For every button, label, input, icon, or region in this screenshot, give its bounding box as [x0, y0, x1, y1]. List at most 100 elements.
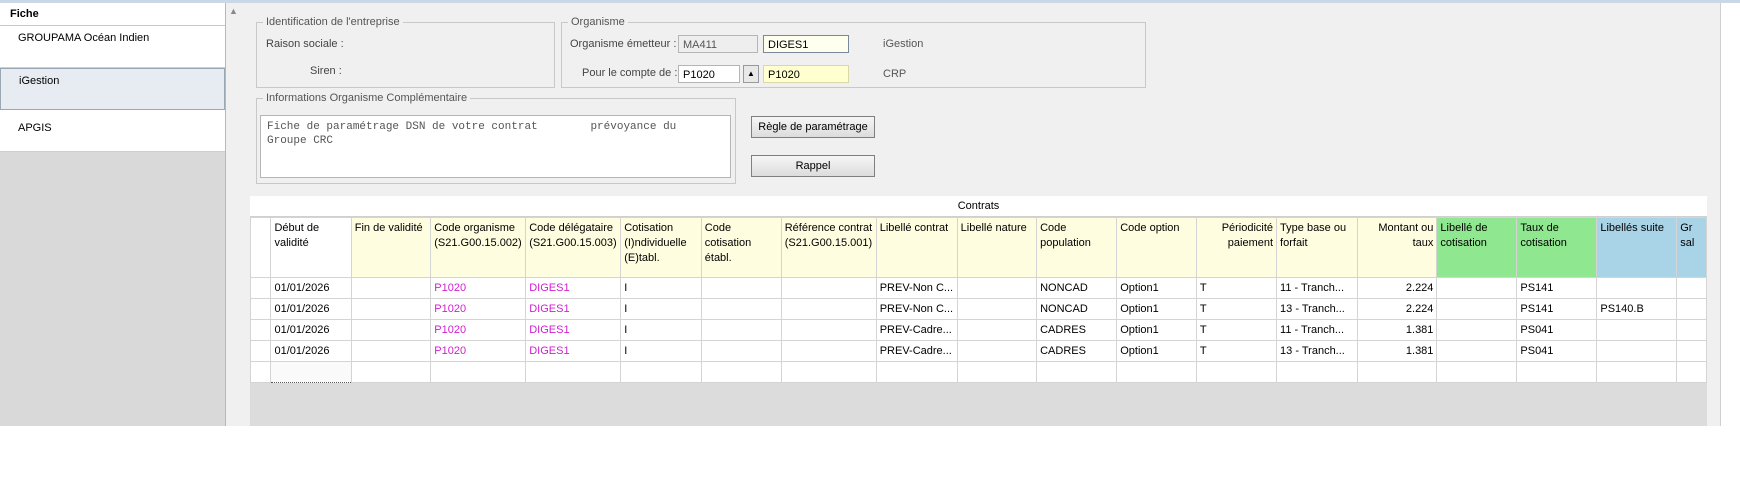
fiche-item-igestion[interactable]: iGestion — [0, 68, 225, 110]
table-cell[interactable] — [780, 361, 877, 383]
column-header[interactable]: Code population — [1036, 217, 1118, 278]
table-cell[interactable] — [1356, 361, 1438, 383]
column-header[interactable]: Cotisation (I)ndividuelle (E)tabl. — [620, 217, 702, 278]
column-header[interactable]: Gr sal — [1676, 217, 1707, 278]
table-cell[interactable] — [1676, 298, 1707, 320]
table-cell[interactable] — [350, 298, 432, 320]
table-cell[interactable]: P1020 — [430, 340, 527, 362]
emetteur-value-field[interactable]: DIGES1 — [763, 35, 849, 53]
table-cell[interactable]: 11 - Tranch... — [1276, 319, 1358, 341]
column-header[interactable]: Libellé contrat — [875, 217, 958, 278]
column-header[interactable]: Code délégataire (S21.G00.15.003) — [525, 217, 622, 278]
column-header[interactable]: Libellés suite — [1596, 217, 1678, 278]
table-cell[interactable] — [1116, 361, 1197, 383]
table-cell[interactable] — [1596, 361, 1678, 383]
table-cell[interactable]: I — [620, 319, 702, 341]
table-cell[interactable] — [250, 319, 272, 341]
table-cell[interactable] — [1436, 298, 1518, 320]
table-cell[interactable]: 1.381 — [1356, 319, 1438, 341]
table-cell[interactable] — [956, 361, 1038, 383]
table-cell[interactable] — [350, 340, 432, 362]
table-cell[interactable]: CADRES — [1036, 340, 1118, 362]
table-cell[interactable] — [1516, 361, 1598, 383]
table-cell[interactable]: T — [1195, 277, 1278, 299]
table-cell[interactable] — [1676, 361, 1707, 383]
table-cell[interactable]: P1020 — [430, 298, 527, 320]
table-cell[interactable] — [1596, 319, 1678, 341]
table-cell[interactable]: PREV-Cadre... — [875, 319, 958, 341]
column-header[interactable]: Début de validité — [270, 217, 352, 278]
table-cell[interactable]: T — [1195, 298, 1278, 320]
table-cell[interactable]: 01/01/2026 — [270, 298, 352, 320]
table-cell[interactable] — [350, 319, 432, 341]
table-cell[interactable]: 01/01/2026 — [270, 340, 352, 362]
table-row[interactable] — [250, 361, 1707, 383]
table-cell[interactable]: 2.224 — [1356, 277, 1438, 299]
table-cell[interactable] — [780, 340, 877, 362]
table-cell[interactable] — [700, 298, 782, 320]
table-cell[interactable]: DIGES1 — [525, 277, 622, 299]
table-cell[interactable]: PS141 — [1516, 298, 1598, 320]
table-cell[interactable] — [1676, 340, 1707, 362]
table-cell[interactable]: Option1 — [1116, 298, 1197, 320]
table-row[interactable]: 01/01/2026 P1020 DIGES1 I PREV-Non C... NONCA… — [250, 277, 1707, 299]
table-cell[interactable]: T — [1195, 340, 1278, 362]
column-header[interactable]: Type base ou forfait — [1276, 217, 1358, 278]
table-cell[interactable] — [1596, 277, 1678, 299]
table-row[interactable]: 01/01/2026 P1020 DIGES1 I PREV-Non C... NONCA… — [250, 298, 1707, 320]
table-cell[interactable] — [250, 277, 272, 299]
table-row[interactable]: 01/01/2026 P1020 DIGES1 I PREV-Cadre... CADRE… — [250, 340, 1707, 362]
table-cell[interactable]: I — [620, 298, 702, 320]
column-header[interactable]: Montant ou taux — [1356, 217, 1438, 278]
compte-code-field[interactable]: P1020 — [678, 65, 740, 83]
table-cell[interactable] — [250, 340, 272, 362]
table-cell[interactable] — [430, 361, 527, 383]
rappel-button[interactable]: Rappel — [751, 155, 875, 177]
collapse-up-icon[interactable]: ▲ — [229, 6, 238, 16]
table-cell[interactable]: 11 - Tranch... — [1276, 277, 1358, 299]
table-cell[interactable]: 01/01/2026 — [270, 277, 352, 299]
table-cell[interactable]: PS041 — [1516, 340, 1598, 362]
table-cell[interactable] — [1036, 361, 1118, 383]
table-cell[interactable] — [1436, 361, 1518, 383]
table-cell[interactable]: CADRES — [1036, 319, 1118, 341]
regle-parametrage-button[interactable]: Règle de paramétrage — [751, 116, 875, 138]
table-cell[interactable]: PS041 — [1516, 319, 1598, 341]
table-cell[interactable] — [1436, 319, 1518, 341]
column-header[interactable] — [250, 217, 272, 278]
column-header[interactable]: Code cotisation établ. — [700, 217, 782, 278]
table-cell[interactable]: DIGES1 — [525, 298, 622, 320]
table-cell[interactable]: Option1 — [1116, 319, 1197, 341]
table-cell[interactable] — [1676, 277, 1707, 299]
table-cell[interactable]: PREV-Non C... — [875, 298, 958, 320]
table-cell[interactable] — [956, 340, 1038, 362]
table-cell[interactable] — [875, 361, 958, 383]
table-cell[interactable] — [1195, 361, 1278, 383]
table-cell[interactable] — [1596, 340, 1678, 362]
table-cell[interactable] — [780, 298, 877, 320]
table-cell[interactable] — [700, 319, 782, 341]
column-header[interactable]: Code organisme (S21.G00.15.002) — [430, 217, 527, 278]
table-cell[interactable] — [780, 277, 877, 299]
table-cell[interactable]: NONCAD — [1036, 298, 1118, 320]
column-header[interactable]: Périodicité paiement — [1195, 217, 1278, 278]
table-cell[interactable] — [350, 277, 432, 299]
table-cell[interactable] — [700, 277, 782, 299]
table-cell[interactable] — [956, 319, 1038, 341]
table-cell[interactable] — [700, 361, 782, 383]
column-header[interactable]: Libellé de cotisation — [1436, 217, 1518, 278]
table-cell[interactable]: I — [620, 340, 702, 362]
info-textarea[interactable]: Fiche de paramétrage DSN de votre contra… — [260, 115, 731, 178]
table-cell[interactable]: PREV-Cadre... — [875, 340, 958, 362]
table-cell[interactable]: DIGES1 — [525, 319, 622, 341]
column-header[interactable]: Code option — [1116, 217, 1197, 278]
column-header[interactable]: Taux de cotisation — [1516, 217, 1598, 278]
fiche-item-groupama[interactable]: GROUPAMA Océan Indien — [0, 26, 225, 68]
table-cell[interactable]: Option1 — [1116, 340, 1197, 362]
table-cell[interactable]: P1020 — [430, 319, 527, 341]
table-cell[interactable]: Option1 — [1116, 277, 1197, 299]
table-cell[interactable]: DIGES1 — [525, 340, 622, 362]
table-cell[interactable] — [1676, 319, 1707, 341]
table-row[interactable]: 01/01/2026 P1020 DIGES1 I PREV-Cadre... CADRE… — [250, 319, 1707, 341]
table-cell[interactable] — [1276, 361, 1358, 383]
